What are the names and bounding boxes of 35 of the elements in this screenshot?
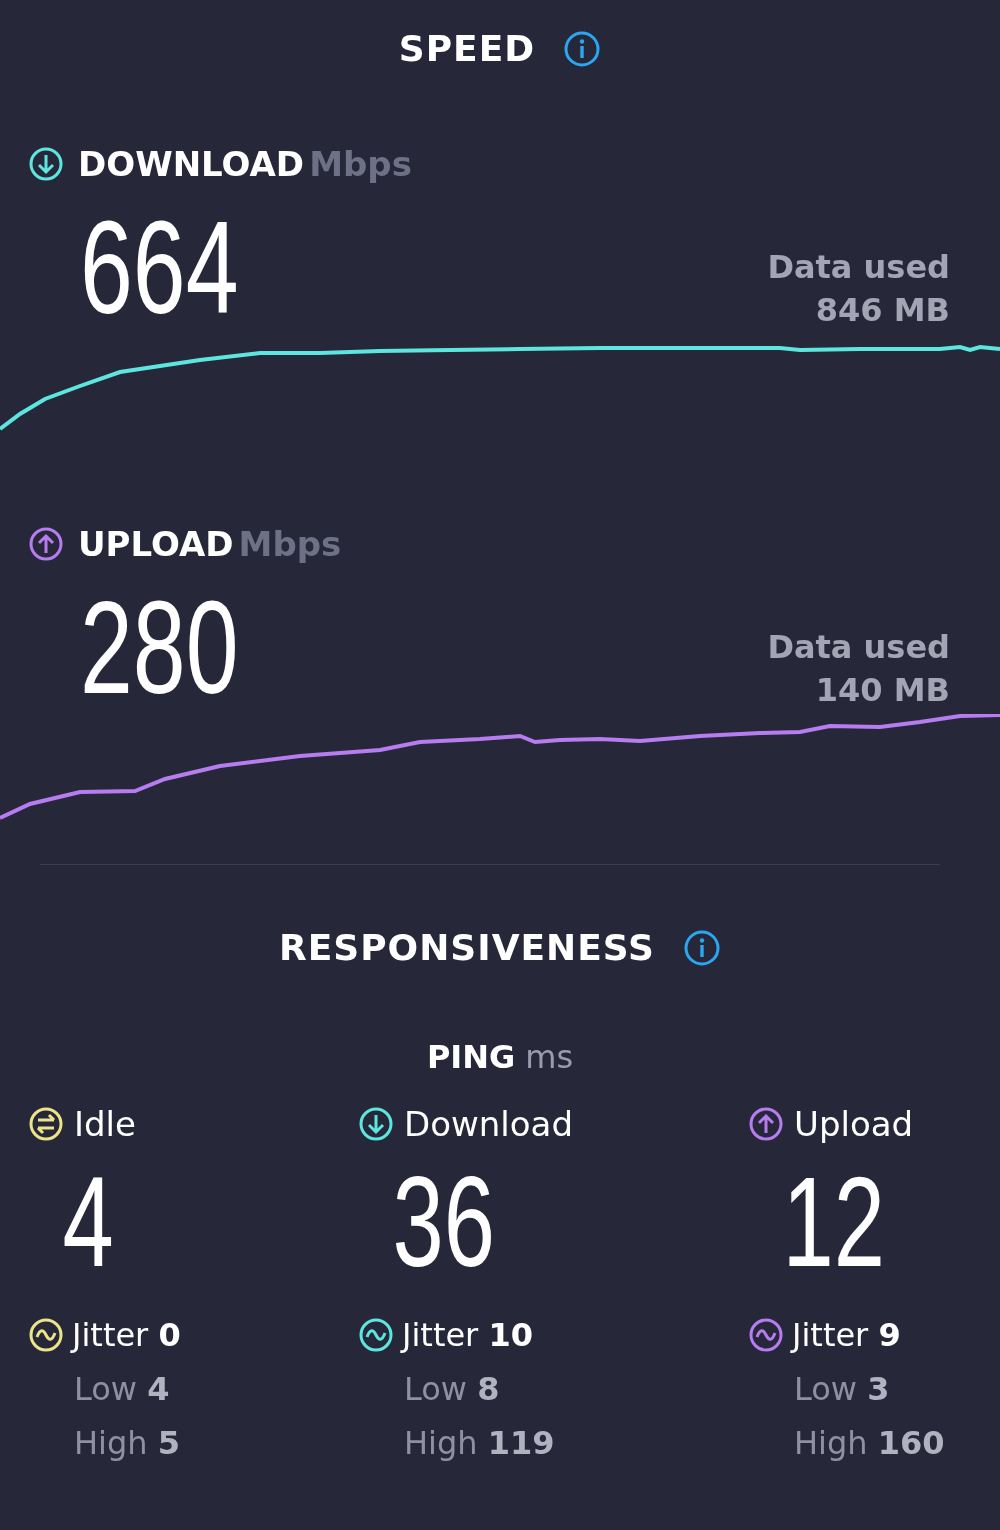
section-title: RESPONSIVENESS bbox=[278, 927, 656, 968]
low-text: Low 4 bbox=[73, 1370, 171, 1408]
jitter-icon bbox=[358, 1317, 394, 1353]
high-text: High 160 bbox=[793, 1424, 946, 1462]
metric-label: DOWNLOAD bbox=[78, 144, 305, 184]
ping-type-label: Download bbox=[404, 1104, 573, 1144]
unit-label: ms bbox=[525, 1038, 574, 1076]
unit-label: Mbps bbox=[309, 144, 412, 184]
info-icon[interactable] bbox=[683, 928, 722, 967]
info-icon[interactable] bbox=[563, 29, 602, 68]
ping-type-label: Upload bbox=[794, 1104, 914, 1144]
unit-label: Mbps bbox=[238, 524, 342, 564]
ping-type-label: Idle bbox=[74, 1104, 136, 1144]
jitter-text: Jitter 0 bbox=[72, 1316, 181, 1354]
ping-value: 12 bbox=[781, 1158, 887, 1286]
low-text: Low 8 bbox=[403, 1370, 501, 1408]
swap-arrows-icon bbox=[28, 1106, 64, 1142]
jitter-icon bbox=[748, 1317, 784, 1353]
metric-label: UPLOAD bbox=[78, 524, 234, 564]
low-text: Low 3 bbox=[793, 1370, 891, 1408]
jitter-icon bbox=[28, 1317, 64, 1353]
jitter-text: Jitter 9 bbox=[792, 1316, 901, 1354]
high-text: High 119 bbox=[403, 1424, 556, 1462]
data-used-label: Data used bbox=[767, 626, 950, 668]
ping-value: 4 bbox=[61, 1158, 115, 1286]
data-used-value: 846 MB bbox=[815, 289, 950, 331]
ping-value: 36 bbox=[391, 1158, 497, 1286]
jitter-text: Jitter 10 bbox=[402, 1316, 533, 1354]
speed-value: 280 bbox=[80, 582, 239, 714]
high-text: High 5 bbox=[73, 1424, 181, 1462]
data-used-value: 140 MB bbox=[815, 669, 950, 711]
speed-value: 664 bbox=[80, 202, 239, 334]
section-title: SPEED bbox=[398, 28, 536, 69]
data-used-label: Data used bbox=[767, 246, 950, 288]
ping-label: PING bbox=[426, 1038, 516, 1076]
